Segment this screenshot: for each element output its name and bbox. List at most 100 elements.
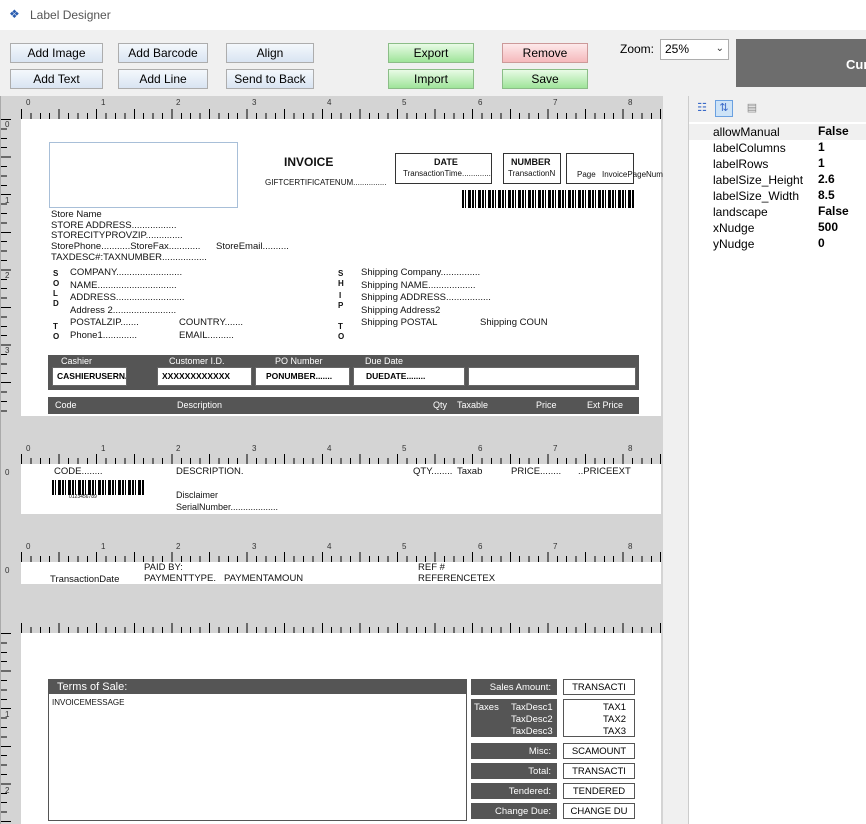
property-value[interactable]: False — [818, 124, 849, 138]
ruler-number: 1 — [101, 542, 106, 551]
property-row[interactable]: xNudge 500 — [689, 220, 866, 236]
property-value[interactable]: 0 — [818, 236, 825, 250]
items-header-bar[interactable]: Code Description Qty Taxable Price Ext P… — [48, 397, 639, 414]
property-row[interactable]: labelSize_Width 8.5 — [689, 188, 866, 204]
cashier-value[interactable]: CASHIERUSERNAME — [52, 367, 127, 386]
sort-alphabetical-icon[interactable]: ⇅ — [715, 100, 733, 117]
footer-section[interactable]: Terms of Sale: INVOICEMESSAGE Sales Amou… — [21, 633, 661, 824]
store-city[interactable]: STORECITYPROVZIP.............. — [51, 230, 183, 241]
postalzip-field[interactable]: POSTALZIP....... — [70, 317, 139, 328]
add-line-button[interactable]: Add Line — [118, 69, 208, 89]
ruler-number: 2 — [176, 542, 181, 551]
ruler-number: 5 — [402, 98, 407, 107]
ref-label[interactable]: REF # — [418, 562, 445, 573]
detail-section[interactable]: CODE........ DESCRIPTION. QTY........ Ta… — [21, 464, 661, 514]
property-value[interactable]: False — [818, 204, 849, 218]
sales-amount-value[interactable]: TRANSACTI — [563, 679, 635, 695]
name-field[interactable]: NAME.............................. — [70, 280, 177, 291]
terms-box[interactable]: Terms of Sale: INVOICEMESSAGE — [48, 679, 467, 821]
property-grid[interactable]: ☷ ⇅ ▤ allowManual False labelColumns 1 lab… — [688, 96, 866, 824]
ruler-number: 0 — [5, 468, 10, 477]
store-email[interactable]: StoreEmail.......... — [216, 241, 289, 252]
property-row[interactable]: labelRows 1 — [689, 156, 866, 172]
country-field[interactable]: COUNTRY....... — [179, 317, 243, 328]
property-row[interactable]: yNudge 0 — [689, 236, 866, 252]
serial-number-field[interactable]: SerialNumber................... — [176, 502, 278, 512]
cashier-header: Cashier — [61, 356, 93, 366]
phone1-field[interactable]: Phone1............. — [70, 330, 137, 341]
ship-country-field[interactable]: Shipping COUN — [480, 317, 548, 328]
property-value[interactable]: 1 — [818, 140, 825, 154]
paid-by-label[interactable]: PAID BY: — [144, 562, 183, 573]
code-field[interactable]: CODE........ — [54, 466, 103, 477]
ref-value-field[interactable]: REFERENCETEX — [418, 573, 495, 584]
header-section[interactable]: INVOICE GIFTCERTIFICATENUM..............… — [21, 119, 663, 416]
email-field[interactable]: EMAIL.......... — [179, 330, 234, 341]
extra-info-value[interactable] — [468, 367, 636, 386]
transaction-date-field[interactable]: TransactionDate — [50, 574, 119, 585]
qty-field[interactable]: QTY........ — [413, 466, 452, 477]
price-ext-field[interactable]: ..PRICEEXT — [578, 466, 631, 477]
company-field[interactable]: COMPANY......................... — [70, 267, 182, 278]
canvas-scrollbar[interactable] — [663, 96, 680, 824]
align-button[interactable]: Align — [226, 43, 314, 63]
property-row[interactable]: landscape False — [689, 204, 866, 220]
categorized-icon[interactable]: ☷ — [693, 100, 711, 117]
payment-amount-field[interactable]: PAYMENTAMOUN — [224, 573, 303, 584]
misc-value[interactable]: SCAMOUNT — [563, 743, 635, 759]
ship-postal-field[interactable]: Shipping POSTAL — [361, 317, 437, 328]
disclaimer-field[interactable]: Disclaimer — [176, 490, 218, 500]
design-canvas[interactable]: 0 1 2 3 4 5 6 7 8 0 1 2 3 INVOICE GIFTCE… — [0, 96, 680, 824]
ship-address2-field[interactable]: Shipping Address2 — [361, 305, 440, 316]
logo-image-placeholder[interactable] — [49, 142, 238, 208]
property-pages-icon[interactable]: ▤ — [743, 100, 761, 117]
invoice-message-field[interactable]: INVOICEMESSAGE — [52, 698, 124, 707]
property-value[interactable]: 1 — [818, 156, 825, 170]
zoom-select[interactable]: 25% ⌄ — [660, 39, 729, 60]
ship-name-field[interactable]: Shipping NAME.................. — [361, 280, 476, 291]
invoice-barcode[interactable] — [462, 190, 634, 208]
po-number-value[interactable]: PONUMBER....... — [255, 367, 350, 386]
price-field[interactable]: PRICE........ — [511, 466, 561, 477]
change-due-value[interactable]: CHANGE DU — [563, 803, 635, 819]
address2-field[interactable]: Address 2........................ — [70, 305, 176, 316]
add-image-button[interactable]: Add Image — [10, 43, 103, 63]
gift-certificate-field[interactable]: GIFTCERTIFICATENUM............... — [265, 178, 386, 187]
save-button[interactable]: Save — [502, 69, 588, 89]
send-to-back-button[interactable]: Send to Back — [226, 69, 314, 89]
add-barcode-button[interactable]: Add Barcode — [118, 43, 208, 63]
import-button[interactable]: Import — [388, 69, 474, 89]
ship-address-field[interactable]: Shipping ADDRESS................. — [361, 292, 491, 303]
export-button[interactable]: Export — [388, 43, 474, 63]
store-phone[interactable]: StorePhone...........StoreFax...........… — [51, 241, 200, 252]
due-date-value[interactable]: DUEDATE........ — [353, 367, 465, 386]
tax-description[interactable]: TAXDESC#:TAXNUMBER................. — [51, 252, 207, 263]
ship-company-field[interactable]: Shipping Company............... — [361, 267, 480, 278]
sold-to-letter: L — [53, 289, 58, 298]
date-box[interactable]: DATE TransactionTime............. — [395, 153, 492, 184]
page-box[interactable]: Page InvoicePageNum — [566, 153, 663, 184]
property-value[interactable]: 8.5 — [818, 188, 835, 202]
total-value[interactable]: TRANSACTI — [563, 763, 635, 779]
ruler-number: 2 — [176, 98, 181, 107]
property-row[interactable]: allowManual False — [689, 124, 866, 140]
taxable-field[interactable]: Taxab — [457, 466, 482, 477]
store-name[interactable]: Store Name — [51, 209, 102, 220]
property-row[interactable]: labelSize_Height 2.6 — [689, 172, 866, 188]
property-value[interactable]: 500 — [818, 220, 838, 234]
invoice-title[interactable]: INVOICE — [284, 155, 333, 169]
property-row[interactable]: labelColumns 1 — [689, 140, 866, 156]
payment-section[interactable]: PAID BY: TransactionDate PAYMENTTYPE. PA… — [21, 562, 661, 585]
tendered-value[interactable]: TENDERED — [563, 783, 635, 799]
add-text-button[interactable]: Add Text — [10, 69, 103, 89]
property-value[interactable]: 2.6 — [818, 172, 835, 186]
remove-button[interactable]: Remove — [502, 43, 588, 63]
item-barcode[interactable] — [52, 480, 145, 495]
sales-amount-label: Sales Amount: — [471, 679, 557, 695]
number-box[interactable]: NUMBER TransactionN — [503, 153, 561, 184]
payment-type-field[interactable]: PAYMENTTYPE. — [144, 573, 216, 584]
customer-id-value[interactable]: XXXXXXXXXXXX — [157, 367, 252, 386]
tax-values-box[interactable]: TAX1 TAX2 TAX3 — [563, 699, 635, 737]
description-field[interactable]: DESCRIPTION. — [176, 466, 244, 477]
address-field[interactable]: ADDRESS.......................... — [70, 292, 185, 303]
